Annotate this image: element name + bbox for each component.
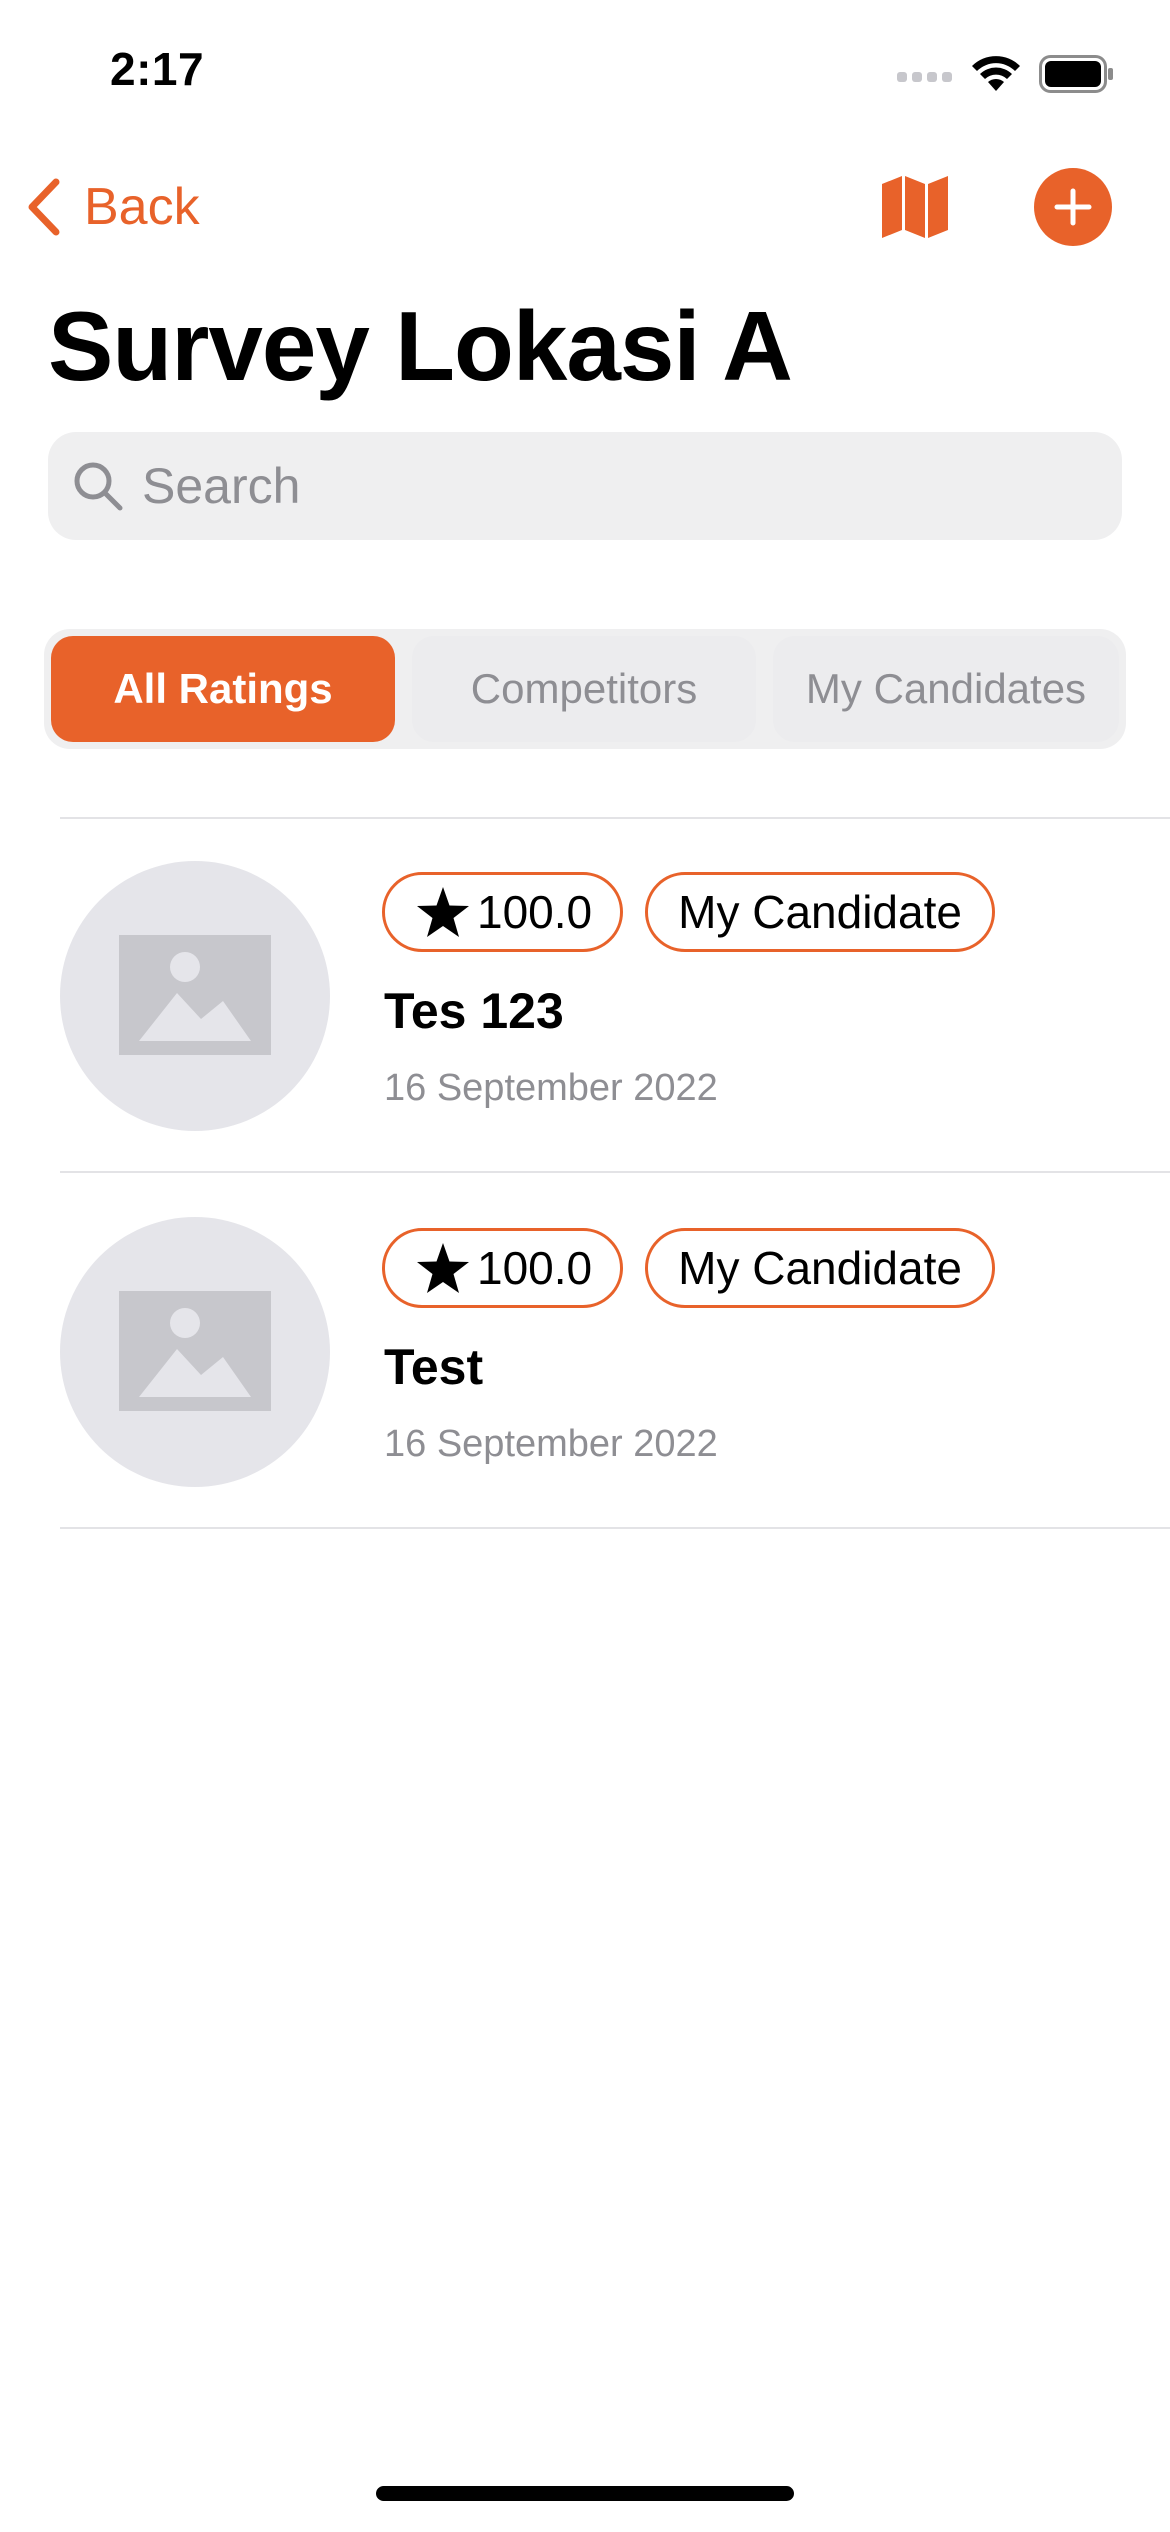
rating-value: 100.0 [477,886,593,938]
item-date: 16 September 2022 [384,1067,718,1109]
plus-circle-icon [1054,188,1092,226]
battery-icon [1039,55,1113,93]
rating-badge: 100.0 [382,1228,624,1308]
search-icon [74,462,123,511]
segment-competitors[interactable]: Competitors [412,636,756,742]
segment-all-ratings[interactable]: All Ratings [51,636,395,742]
list-divider [60,1527,1170,1529]
status-bar: 2:17 [0,0,1170,140]
star-icon [417,1243,469,1293]
back-label: Back [84,178,200,236]
item-thumbnail [60,1217,330,1487]
item-thumbnail [60,861,330,1131]
candidate-badge: My Candidate [645,872,995,952]
status-time: 2:17 [110,43,205,95]
candidate-badge: My Candidate [645,1228,995,1308]
cellular-signal-icon [897,72,952,82]
navigation-bar: Back [0,160,1170,250]
item-title: Tes 123 [384,983,564,1039]
map-button[interactable] [880,174,950,240]
search-bar[interactable] [48,432,1122,540]
map-icon [882,176,948,238]
star-icon [417,887,469,937]
item-title: Test [384,1339,484,1395]
wifi-icon [972,56,1020,91]
list-item[interactable]: 100.0 My Candidate Tes 123 16 September … [0,817,1170,1171]
image-placeholder-icon [119,935,271,1055]
item-tags: 100.0 My Candidate [382,1228,995,1308]
rating-badge: 100.0 [382,872,624,952]
item-tags: 100.0 My Candidate [382,872,995,952]
list-item[interactable]: 100.0 My Candidate Test 16 September 202… [0,1173,1170,1527]
item-date: 16 September 2022 [384,1423,718,1465]
rating-value: 100.0 [477,1242,593,1294]
image-placeholder-icon [119,1291,271,1411]
back-button[interactable]: Back [26,172,200,242]
chevron-left-icon [28,178,60,236]
home-indicator[interactable] [376,2486,794,2501]
page-title: Survey Lokasi A [48,291,793,401]
segment-my-candidates[interactable]: My Candidates [773,636,1119,742]
search-input[interactable] [140,456,1044,516]
status-icons [897,52,1115,96]
add-button[interactable] [1034,168,1112,246]
rating-filter-segmented-control: All Ratings Competitors My Candidates [44,629,1126,749]
